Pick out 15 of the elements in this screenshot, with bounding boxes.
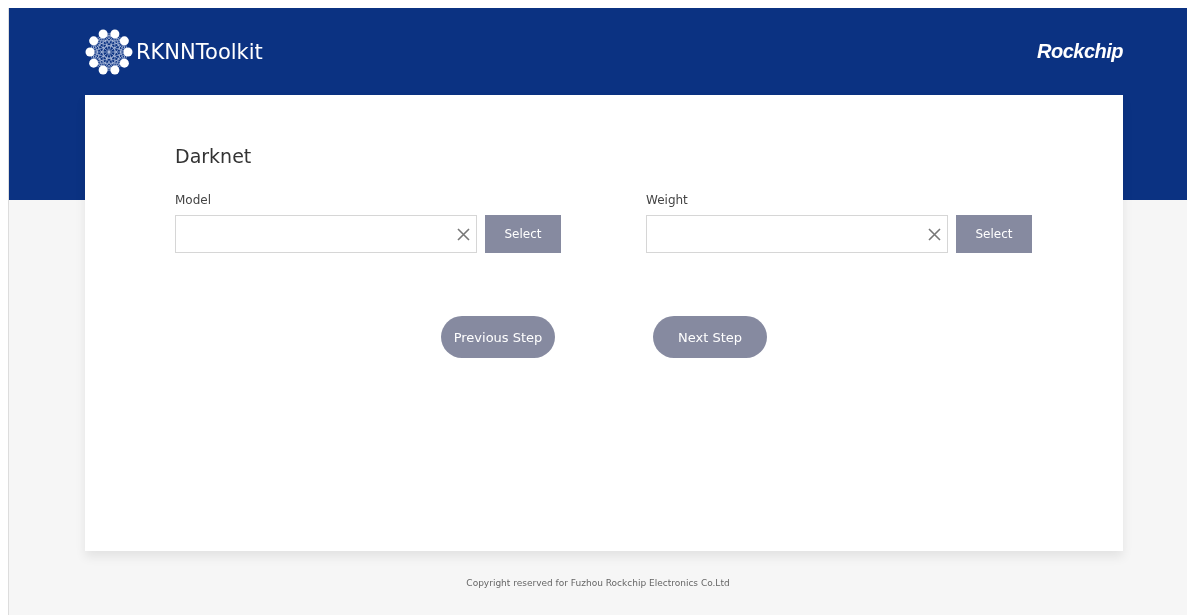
brand-logo: Rockchip (1036, 40, 1123, 63)
copyright-text: Copyright reserved for Fuzhou Rockchip Electronics Co.Ltd (466, 578, 730, 588)
file-input-field[interactable] (646, 215, 948, 253)
clear-icon[interactable] (928, 227, 941, 241)
network-logo-icon (85, 27, 133, 76)
step-button[interactable]: Next Step (653, 316, 767, 358)
field-label: Weight (646, 193, 689, 207)
field-label: Model (175, 193, 213, 207)
select-button[interactable]: Select (956, 215, 1032, 253)
clear-icon[interactable] (457, 227, 470, 241)
app-name: RKNNToolkit (136, 39, 263, 64)
file-input-field[interactable] (175, 215, 477, 253)
select-button[interactable]: Select (485, 215, 561, 253)
form-title: Darknet (175, 145, 253, 167)
step-button[interactable]: Previous Step (441, 316, 555, 358)
